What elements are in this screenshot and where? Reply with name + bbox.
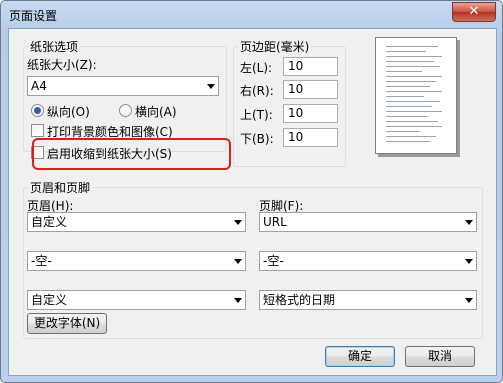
margin-top-label: 上(T): (240, 108, 273, 122)
header-select-1-value: 自定义 (31, 215, 68, 229)
header-select-1[interactable]: 自定义 (27, 212, 246, 232)
chevron-down-icon (234, 298, 242, 303)
margin-right-input[interactable]: 10 (283, 80, 338, 99)
footer-select-1[interactable]: URL (259, 212, 477, 232)
paper-size-select[interactable]: A4 (27, 76, 219, 96)
header-footer-label: 页眉和页脚 (30, 181, 91, 195)
header-select-3-value: 自定义 (31, 293, 68, 307)
page-preview (375, 37, 457, 154)
page-setup-dialog: 页面设置 ✕ 纸张选项 纸张大小(Z): A4 纵向(O) 横向(A) 打印背景… (0, 0, 503, 383)
landscape-radio[interactable] (119, 104, 132, 117)
chevron-down-icon (465, 259, 473, 264)
margin-left-input[interactable]: 10 (283, 57, 338, 76)
dialog-title: 页面设置 (9, 9, 58, 23)
header-select-3[interactable]: 自定义 (27, 290, 246, 310)
footer-select-3[interactable]: 短格式的日期 (259, 290, 477, 310)
margin-bottom-input[interactable]: 10 (283, 128, 338, 147)
margins-label: 页边距(毫米) (240, 40, 310, 54)
chevron-down-icon (465, 220, 473, 225)
print-background-checkbox[interactable] (31, 124, 44, 137)
cancel-button[interactable]: 取消 (405, 346, 475, 367)
close-icon: ✕ (468, 4, 480, 19)
landscape-label[interactable]: 横向(A) (135, 103, 177, 120)
paper-size-label: 纸张大小(Z): (27, 58, 97, 72)
footer-select-2[interactable]: -空- (259, 251, 477, 271)
paper-size-value: A4 (31, 79, 47, 93)
close-button[interactable]: ✕ (452, 2, 496, 22)
header-select-2-value: -空- (31, 254, 52, 268)
title-bar[interactable]: 页面设置 ✕ (1, 1, 502, 28)
chevron-down-icon (465, 298, 473, 303)
ok-button[interactable]: 确定 (325, 346, 395, 367)
margin-top-input[interactable]: 10 (283, 104, 338, 123)
change-font-button[interactable]: 更改字体(N) (27, 313, 107, 334)
chevron-down-icon (207, 84, 215, 89)
margin-left-label: 左(L): (240, 61, 273, 75)
footer-select-2-value: -空- (263, 254, 284, 268)
chevron-down-icon (234, 259, 242, 264)
margin-bottom-label: 下(B): (240, 132, 274, 146)
footer-select-3-value: 短格式的日期 (263, 293, 336, 307)
portrait-label[interactable]: 纵向(O) (47, 103, 90, 120)
footer-select-1-value: URL (263, 215, 287, 229)
margin-right-label: 右(R): (240, 84, 274, 98)
paper-options-label: 纸张选项 (30, 40, 79, 54)
annotation-highlight (32, 138, 231, 170)
chevron-down-icon (234, 220, 242, 225)
dialog-client-area: 纸张选项 纸张大小(Z): A4 纵向(O) 横向(A) 打印背景颜色和图像(C… (8, 28, 497, 376)
header-select-2[interactable]: -空- (27, 251, 246, 271)
portrait-radio[interactable] (31, 104, 44, 117)
